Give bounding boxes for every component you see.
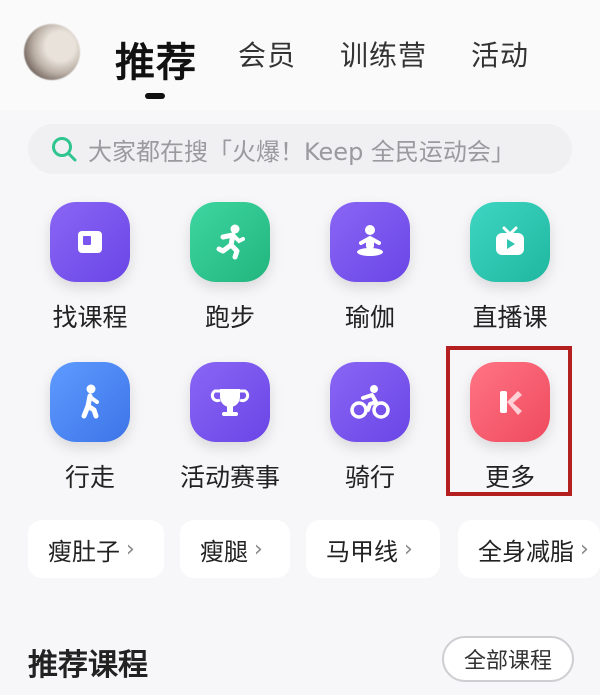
search-icon xyxy=(52,137,77,162)
avatar[interactable] xyxy=(24,24,80,80)
grid-item-walking[interactable]: 行走 xyxy=(20,362,160,494)
chip-belly[interactable]: 瘦肚子 › xyxy=(28,520,164,578)
chip-label: 瘦腿 xyxy=(200,537,248,566)
grid-item-events[interactable]: 活动赛事 xyxy=(160,362,300,494)
cycling-icon xyxy=(330,362,410,442)
grid-label: 活动赛事 xyxy=(179,463,280,492)
tab-recommend[interactable]: 推荐 xyxy=(115,30,197,88)
trophy-icon xyxy=(190,362,270,442)
grid-item-running[interactable]: 跑步 xyxy=(160,202,300,334)
chip-full-body[interactable]: 全身减脂 › xyxy=(458,520,600,578)
tab-activity[interactable]: 活动 xyxy=(471,34,529,74)
chevron-right-icon: › xyxy=(404,536,413,562)
grid-item-yoga[interactable]: 瑜伽 xyxy=(300,202,440,334)
chevron-right-icon: › xyxy=(580,536,589,562)
grid-label: 直播课 xyxy=(472,303,548,332)
chip-label: 马甲线 xyxy=(326,537,398,566)
grid-label: 找课程 xyxy=(52,303,128,332)
chevron-right-icon: › xyxy=(126,536,135,562)
search-bar[interactable]: 大家都在搜「火爆！Keep 全民运动会」 xyxy=(28,124,572,174)
grid-label: 骑行 xyxy=(344,463,395,492)
grid-item-cycling[interactable]: 骑行 xyxy=(300,362,440,494)
chip-legs[interactable]: 瘦腿 › xyxy=(180,520,290,578)
all-courses-button[interactable]: 全部课程 xyxy=(442,636,574,682)
tab-member[interactable]: 会员 xyxy=(238,34,296,74)
yoga-icon xyxy=(330,202,410,282)
active-tab-indicator xyxy=(145,93,165,99)
running-icon xyxy=(190,202,270,282)
grid-label: 跑步 xyxy=(204,303,255,332)
section-title: 推荐课程 xyxy=(28,648,148,683)
grid-item-find-course[interactable]: 找课程 xyxy=(20,202,160,334)
chevron-right-icon: › xyxy=(254,536,263,562)
chip-label: 瘦肚子 xyxy=(48,537,120,566)
chip-label: 全身减脂 xyxy=(478,537,574,566)
grid-label: 行走 xyxy=(64,463,115,492)
tab-camp[interactable]: 训练营 xyxy=(340,34,427,74)
live-tv-icon xyxy=(470,202,550,282)
search-placeholder: 大家都在搜「火爆！Keep 全民运动会」 xyxy=(88,137,515,166)
course-book-icon xyxy=(50,202,130,282)
walking-icon xyxy=(50,362,130,442)
highlight-box xyxy=(446,346,572,496)
grid-label: 瑜伽 xyxy=(344,303,395,332)
chip-abs[interactable]: 马甲线 › xyxy=(306,520,440,578)
grid-item-live[interactable]: 直播课 xyxy=(440,202,580,334)
